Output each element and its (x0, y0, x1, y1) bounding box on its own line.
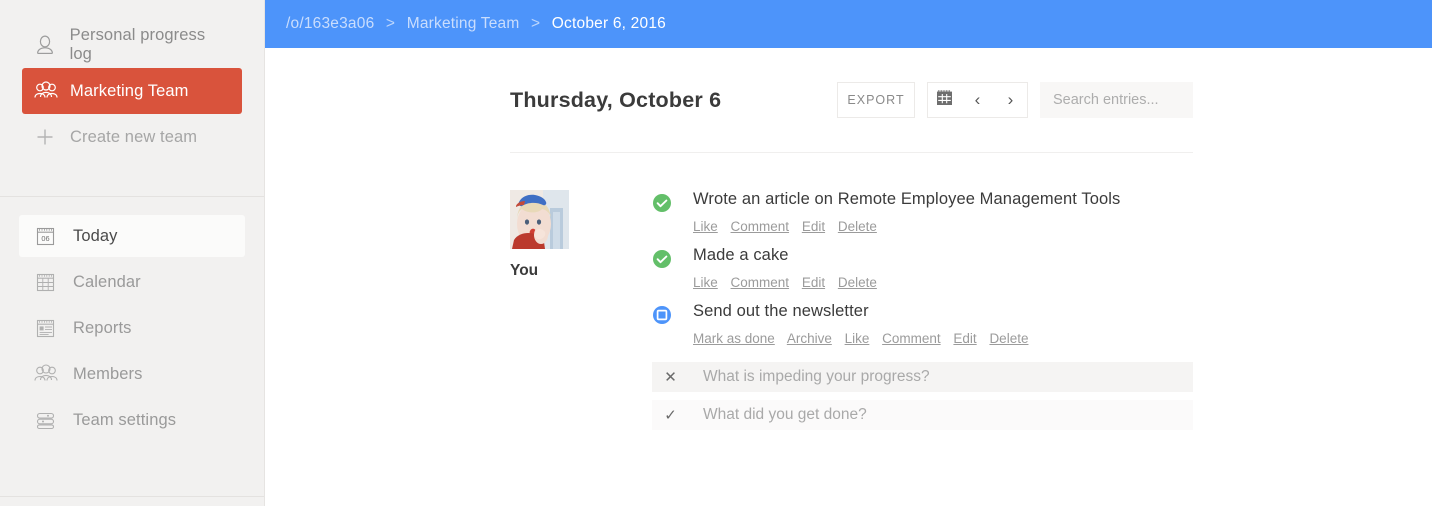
sidebar-item-label: Calendar (73, 272, 141, 291)
check-circle-icon[interactable] (652, 249, 672, 269)
report-icon (34, 317, 64, 340)
entry-action-edit[interactable]: Edit (802, 219, 825, 234)
compose-row-blocker: ✕ (652, 362, 1193, 392)
blocker-input[interactable] (689, 362, 1193, 392)
entry-item: Send out the newsletter Mark as done Arc… (652, 302, 1193, 346)
entry-action-like[interactable]: Like (845, 331, 870, 346)
entry-action-comment[interactable]: Comment (731, 219, 790, 234)
chevron-left-icon: ‹ (974, 90, 981, 109)
avatar[interactable] (510, 190, 569, 249)
sidebar-item-label: Marketing Team (70, 81, 189, 100)
compose-row-done: ✓ (652, 400, 1193, 430)
breadcrumb-separator: > (385, 15, 396, 32)
entries-panel: Thursday, October 6 EXPORT ‹ › Search en… (510, 48, 1193, 438)
entry-action-delete[interactable]: Delete (838, 275, 877, 290)
today-date-badge: 06 (41, 234, 49, 243)
main-content: Thursday, October 6 EXPORT ‹ › Search en… (265, 48, 1432, 506)
entries-list: Wrote an article on Remote Employee Mana… (652, 190, 1193, 438)
entries-section: You Wrote an article on Remote Employee … (510, 153, 1193, 438)
calendar-grid-icon (34, 271, 64, 294)
sidebar-nav: 06 Today Calendar Reports Members Team s… (0, 197, 264, 441)
author-name: You (510, 262, 539, 279)
calendar-day-icon: 06 (34, 225, 64, 248)
entry-action-like[interactable]: Like (693, 275, 718, 290)
user-icon (34, 34, 64, 56)
check-icon[interactable]: ✓ (652, 400, 689, 430)
check-circle-icon[interactable] (652, 193, 672, 213)
search-input[interactable] (1040, 82, 1193, 118)
sidebar-item-label: Personal progress log (69, 26, 206, 63)
square-circle-icon[interactable] (652, 305, 672, 325)
entry-item: Made a cake Like Comment Edit Delete (652, 246, 1193, 290)
app-root: Personal progress log Marketing Team Cre… (0, 0, 1432, 506)
entry-item: Wrote an article on Remote Employee Mana… (652, 190, 1193, 234)
done-input[interactable] (689, 400, 1193, 430)
sidebar-item-label: Today (73, 226, 118, 245)
entry-action-edit[interactable]: Edit (802, 275, 825, 290)
breadcrumb: /o/163e3a06 > Marketing Team > October 6… (286, 15, 666, 33)
breadcrumb-separator: > (531, 15, 541, 32)
settings-stack-icon (34, 409, 64, 432)
next-day-button[interactable]: › (994, 83, 1027, 117)
export-button[interactable]: EXPORT (837, 82, 915, 118)
sidebar-item-personal-progress-log[interactable]: Personal progress log (22, 22, 242, 68)
day-header: Thursday, October 6 EXPORT ‹ › Search en… (510, 48, 1193, 152)
breadcrumb-current: October 6, 2016 (551, 15, 666, 32)
date-nav-group: ‹ › (927, 82, 1028, 118)
entry-action-delete[interactable]: Delete (989, 331, 1028, 346)
page-title: Thursday, October 6 (510, 87, 722, 112)
team-list: Personal progress log Marketing Team Cre… (0, 0, 264, 160)
sidebar-item-label: Create new team (70, 127, 198, 146)
sidebar-item-create-new-team[interactable]: Create new team (22, 114, 242, 160)
entry-action-comment[interactable]: Comment (882, 331, 941, 346)
sidebar-item-reports[interactable]: Reports (19, 307, 245, 349)
entry-action-archive[interactable]: Archive (787, 331, 832, 346)
compose-section: ✕ ✓ (652, 362, 1193, 430)
entry-action-delete[interactable]: Delete (838, 219, 877, 234)
sidebar-item-label: Reports (73, 318, 132, 337)
sidebar-item-marketing-team[interactable]: Marketing Team (22, 68, 242, 114)
sidebar-item-calendar[interactable]: Calendar (19, 261, 245, 303)
sidebar-item-members[interactable]: Members (19, 353, 245, 395)
entry-text: Send out the newsletter (693, 302, 869, 320)
calendar-icon (936, 89, 953, 112)
prev-day-button[interactable]: ‹ (961, 83, 994, 117)
breadcrumb-org[interactable]: /o/163e3a06 (286, 15, 374, 32)
sidebar: Personal progress log Marketing Team Cre… (0, 0, 265, 506)
sidebar-item-today[interactable]: 06 Today (19, 215, 245, 257)
topbar: /o/163e3a06 > Marketing Team > October 6… (265, 0, 1432, 48)
calendar-picker-button[interactable] (928, 83, 961, 117)
breadcrumb-team[interactable]: Marketing Team (407, 15, 520, 32)
entry-action-mark-as-done[interactable]: Mark as done (693, 331, 775, 346)
entry-text: Made a cake (693, 246, 789, 264)
sidebar-item-team-settings[interactable]: Team settings (19, 399, 245, 441)
chevron-right-icon: › (1007, 90, 1014, 109)
group-icon (34, 81, 64, 101)
sidebar-divider-bottom (0, 496, 264, 497)
entry-action-comment[interactable]: Comment (731, 275, 790, 290)
entry-action-like[interactable]: Like (693, 219, 718, 234)
header-toolbar: EXPORT ‹ › Search entries... (837, 82, 1193, 118)
sidebar-item-label: Members (73, 364, 143, 383)
plus-icon (34, 126, 64, 148)
author-column: You (510, 190, 642, 438)
entry-actions: Mark as done Archive Like Comment Edit D… (693, 331, 1193, 346)
entry-actions: Like Comment Edit Delete (693, 275, 1193, 290)
x-icon[interactable]: ✕ (652, 362, 689, 392)
members-icon (34, 364, 64, 384)
sidebar-item-label: Team settings (73, 410, 177, 429)
entry-action-edit[interactable]: Edit (953, 331, 976, 346)
entry-actions: Like Comment Edit Delete (693, 219, 1193, 234)
entry-text: Wrote an article on Remote Employee Mana… (693, 190, 1121, 208)
